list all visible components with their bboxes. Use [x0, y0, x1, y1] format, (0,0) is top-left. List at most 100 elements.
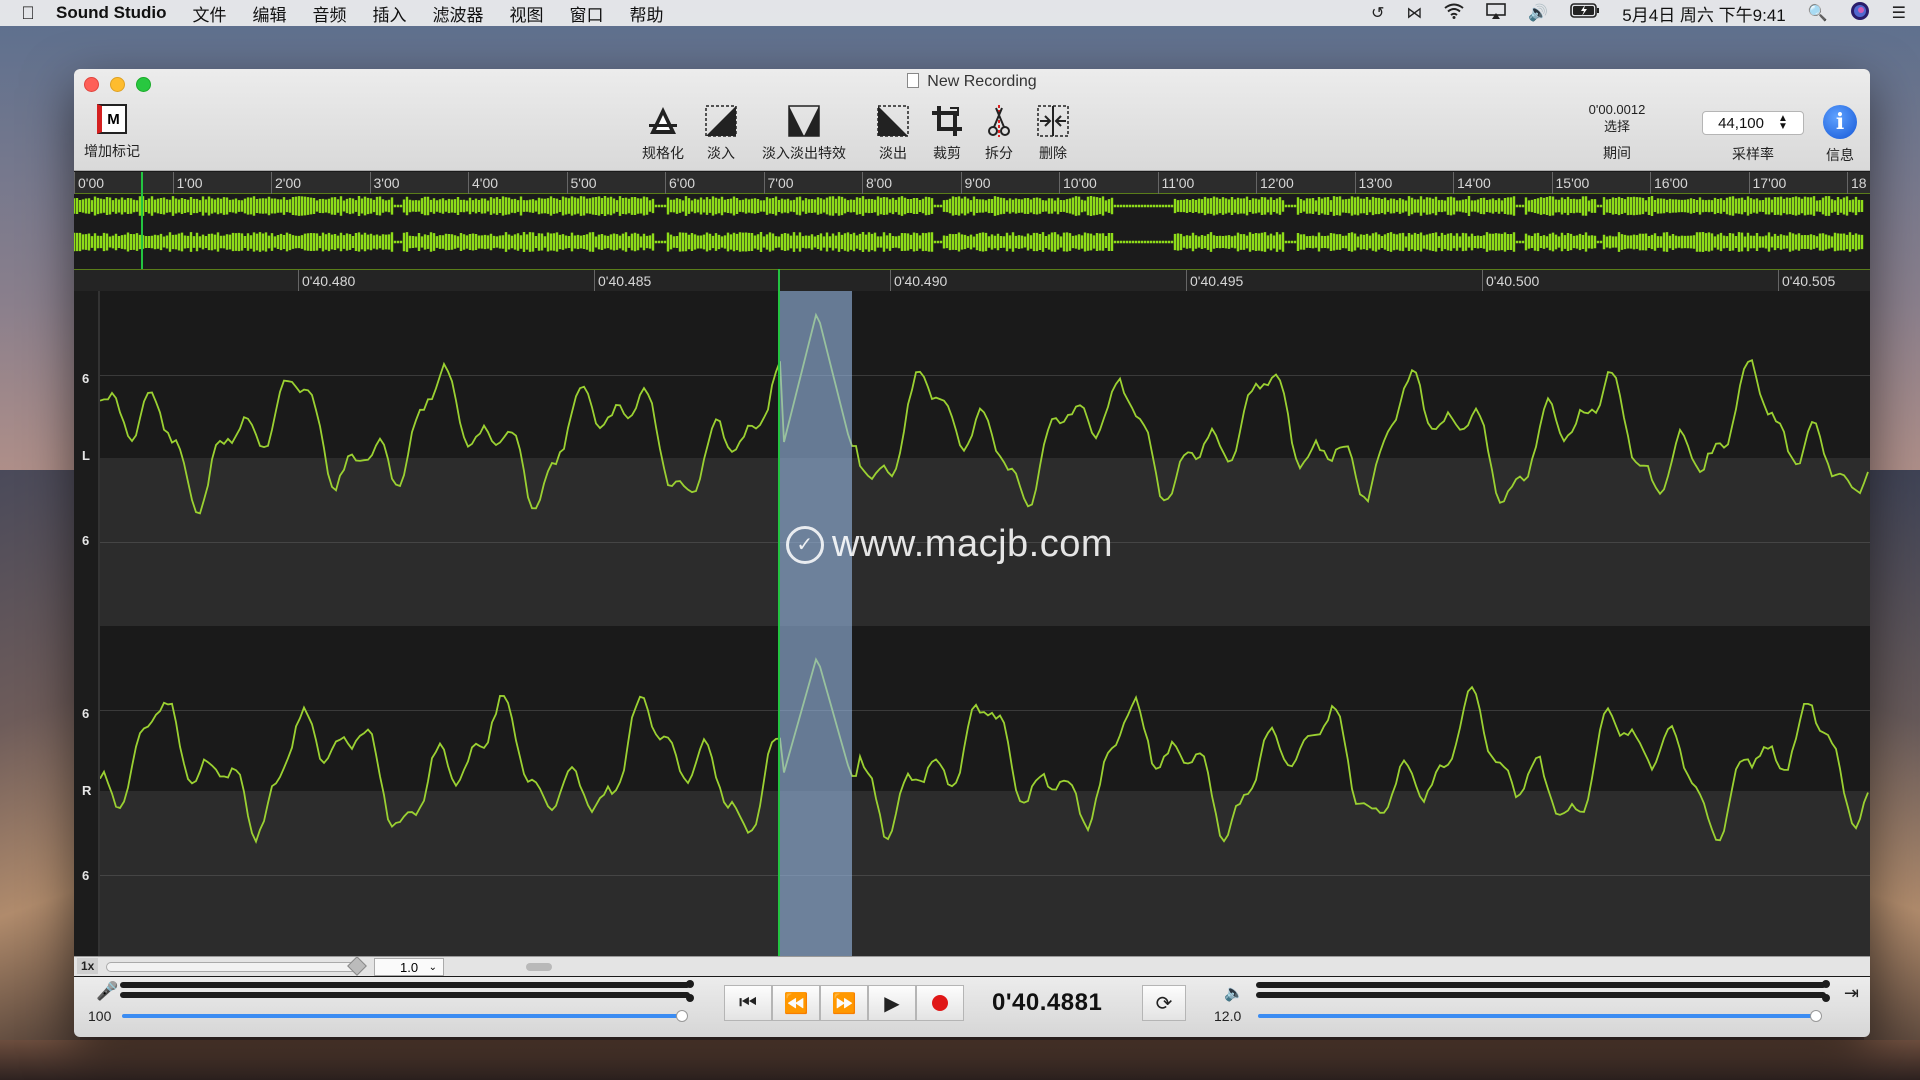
overview-playhead[interactable]	[141, 172, 143, 269]
play-button[interactable]: ▶	[868, 985, 916, 1021]
menu-audio[interactable]: 音频	[312, 1, 346, 26]
watermark: ✓ www.macjb.com	[786, 523, 1113, 566]
add-marker-button[interactable]: M 增加标记	[84, 101, 140, 161]
menu-app-name[interactable]: Sound Studio	[56, 3, 166, 23]
split-button[interactable]: 拆分	[984, 103, 1014, 163]
delete-icon	[1036, 103, 1070, 139]
overview-tick-line	[1847, 172, 1848, 194]
detail-time-ruler[interactable]: 0'40.480 0'40.485 0'40.490 0'40.495 0'40.500…	[74, 269, 1870, 292]
overview-tick-line	[1748, 172, 1750, 194]
output-level-value: 12.0	[1214, 1008, 1242, 1024]
playhead-cursor[interactable]	[778, 269, 780, 957]
crop-icon	[930, 103, 964, 139]
siri-icon[interactable]	[1850, 1, 1870, 26]
expand-panel-icon[interactable]: ⇥	[1844, 983, 1859, 1004]
zoom-select[interactable]: 1.0 ⌄	[374, 958, 444, 976]
volume-icon[interactable]: 🔊	[1528, 3, 1548, 23]
overview-time-ruler[interactable]: 0'00 1'00 2'00 3'00 4'00 5'00 6'00 7'00 8'00 9'00…	[74, 172, 1870, 194]
fast-forward-icon: ⏩	[831, 992, 857, 1015]
right-channel-waveform[interactable]	[100, 626, 1870, 957]
battery-icon[interactable]	[1570, 3, 1600, 23]
overview-tick-label: 18	[1851, 175, 1867, 191]
fade-in-icon	[704, 103, 738, 139]
split-icon	[984, 103, 1014, 139]
chevron-down-icon: ⌄	[428, 961, 437, 973]
selection-time: 0'00.0012	[1588, 102, 1646, 117]
selection-region[interactable]	[780, 291, 852, 957]
detail-tick-label: 0'40.495	[1190, 273, 1244, 289]
loop-button[interactable]: ⟳	[1142, 985, 1186, 1021]
fast-forward-button[interactable]: ⏩	[820, 985, 868, 1021]
overview-tick-line	[960, 172, 962, 194]
left-channel-lane[interactable]	[100, 291, 1870, 626]
spotlight-search-icon[interactable]: 🔍	[1808, 3, 1828, 23]
overview-left-channel-trace	[74, 196, 1864, 216]
info-icon: i	[1823, 105, 1857, 139]
zoom-slider-track[interactable]	[106, 962, 362, 972]
overview-tick-line	[369, 172, 371, 194]
crossfade-label: 淡入淡出特效	[762, 145, 846, 161]
crop-label: 裁剪	[933, 145, 961, 161]
normalize-button[interactable]: 规格化	[642, 103, 684, 163]
microphone-muted-icon[interactable]: 🎤	[96, 981, 118, 1002]
fade-in-button[interactable]: 淡入	[704, 103, 738, 163]
menu-file[interactable]: 文件	[192, 1, 226, 26]
wifi-icon[interactable]	[1444, 3, 1464, 24]
apple-menu-icon[interactable]: 	[0, 3, 56, 24]
menu-window[interactable]: 窗口	[569, 1, 603, 26]
bluetooth-icon[interactable]: ⋈	[1406, 3, 1422, 23]
menu-edit[interactable]: 编辑	[252, 1, 286, 26]
sample-rate-control: 44,100 ▲ ▼ 采样率	[1702, 111, 1804, 164]
overview-tick-line	[468, 172, 469, 194]
time-machine-icon[interactable]: ↺	[1371, 3, 1384, 23]
menu-view[interactable]: 视图	[509, 1, 543, 26]
input-volume-slider[interactable]	[122, 1014, 682, 1018]
crop-button[interactable]: 裁剪	[930, 103, 964, 163]
menu-clock[interactable]: 5月4日 周六 下午9:41	[1622, 1, 1785, 26]
overview-tick-line	[271, 172, 272, 194]
time-readout: 0'40.4881	[992, 989, 1103, 1016]
overview-waveform[interactable]	[74, 194, 1870, 269]
overview-right-channel-trace	[74, 232, 1864, 252]
zoom-select-value: 1.0	[400, 959, 419, 975]
detail-tick-line	[298, 270, 299, 292]
overview-tick-line	[1650, 172, 1651, 194]
menu-help[interactable]: 帮助	[629, 1, 663, 26]
crossfade-button[interactable]: 淡入淡出特效	[754, 103, 854, 163]
wave-left-trace	[100, 312, 1869, 515]
input-level-value: 100	[88, 1008, 112, 1024]
menu-filters[interactable]: 滤波器	[432, 1, 483, 26]
rewind-button[interactable]: ⏪	[772, 985, 820, 1021]
overview-tick-label: 12'00	[1260, 175, 1294, 191]
detail-tick-label: 0'40.480	[302, 273, 356, 289]
overview-tick-line	[665, 172, 666, 194]
overview-tick-label: 10'00	[1063, 175, 1097, 191]
overview-tick-label: 4'00	[472, 175, 499, 191]
record-button[interactable]	[916, 985, 964, 1021]
detail-tick-label: 0'40.485	[598, 273, 652, 289]
info-button[interactable]: i 信息	[1818, 105, 1862, 165]
stepper-arrows-icon[interactable]: ▲ ▼	[1778, 114, 1788, 132]
right-channel-lane[interactable]	[100, 626, 1870, 957]
go-to-start-button[interactable]: ⏮	[724, 985, 772, 1021]
selection-label: 选择	[1603, 119, 1630, 134]
airplay-icon[interactable]	[1486, 2, 1507, 24]
left-channel-waveform[interactable]	[100, 291, 1870, 626]
overview-tick-label: 6'00	[669, 175, 696, 191]
selection-info: 0'00.0012 选择 期间	[1562, 101, 1672, 162]
horizontal-scrollbar[interactable]	[526, 963, 552, 971]
zoom-slider-thumb[interactable]	[347, 956, 367, 976]
waveform-editor[interactable]: 6 L 6 6 R 6 ✓ www.macjb.com	[74, 269, 1870, 957]
speaker-icon[interactable]: 🔈	[1224, 983, 1244, 1003]
delete-button[interactable]: 删除	[1036, 103, 1070, 163]
zoom-level-label: 1x	[77, 958, 99, 974]
output-volume-knob[interactable]	[1810, 1010, 1822, 1022]
sample-rate-stepper[interactable]: 44,100 ▲ ▼	[1702, 111, 1804, 135]
input-volume-knob[interactable]	[676, 1010, 688, 1022]
overview-tick-line	[172, 172, 174, 194]
output-volume-slider[interactable]	[1258, 1014, 1818, 1018]
fade-out-button[interactable]: 淡出	[876, 103, 910, 163]
menu-insert[interactable]: 插入	[372, 1, 406, 26]
notification-center-icon[interactable]: ☰	[1892, 3, 1906, 23]
overview-tick-label: 11'00	[1161, 175, 1195, 191]
